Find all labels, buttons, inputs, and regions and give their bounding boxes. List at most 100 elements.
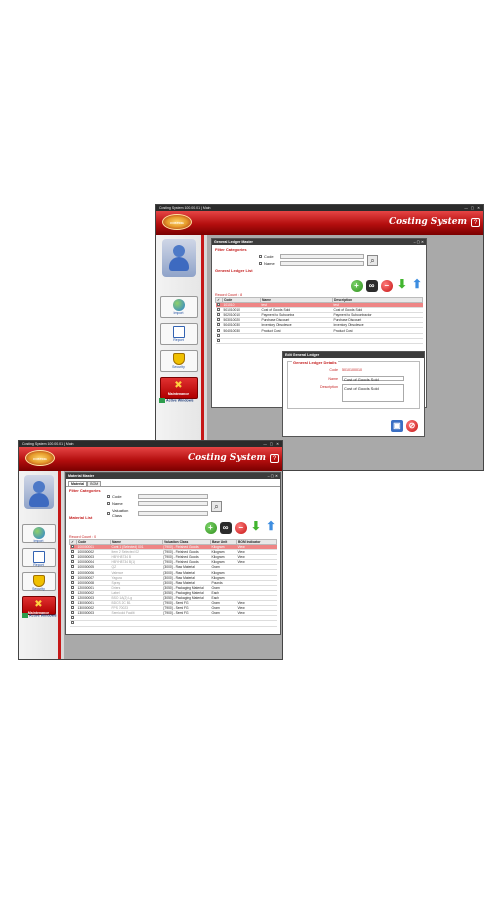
table-row[interactable]: [215, 338, 423, 344]
row-checkbox[interactable]: [215, 322, 223, 329]
arrow-up-icon[interactable]: ⬆: [411, 278, 423, 290]
valuation-filter-input[interactable]: [138, 510, 208, 516]
sidebar-item-report[interactable]: Report: [21, 548, 56, 567]
filter-code-row: Code: [259, 254, 364, 259]
row-checkbox[interactable]: [215, 312, 223, 319]
row-checkbox[interactable]: [69, 620, 77, 627]
row-checkbox[interactable]: [215, 338, 223, 344]
row-checkbox[interactable]: [69, 559, 77, 566]
row-checkbox[interactable]: [215, 317, 223, 324]
filter-valuation-row: Valuation Class: [107, 508, 208, 518]
description-field-label: Description: [320, 385, 338, 389]
binoculars-icon[interactable]: ∞: [365, 280, 378, 292]
add-icon[interactable]: +: [204, 522, 217, 534]
table-cell: [236, 620, 277, 627]
tab-bom[interactable]: BOM: [87, 481, 102, 486]
sidebar-item-report[interactable]: Report: [159, 323, 198, 345]
toolbar: + ∞ − ⬇ ⬆: [215, 278, 423, 292]
table-cell: [162, 620, 211, 627]
cancel-icon[interactable]: ⊘: [406, 420, 418, 432]
arrow-down-icon[interactable]: ⬇: [250, 520, 262, 532]
row-checkbox[interactable]: [69, 585, 77, 591]
row-checkbox[interactable]: [69, 600, 77, 607]
windows-icon: [22, 613, 28, 618]
name-field[interactable]: Cost of Goods Sold: [342, 376, 404, 382]
gl-details-group: General Ledger Details Code 5010100010 N…: [287, 360, 420, 409]
tools-icon: ✖: [34, 599, 43, 610]
code-checkbox[interactable]: [107, 495, 110, 498]
valuation-checkbox[interactable]: [107, 511, 110, 515]
help-icon[interactable]: ?: [471, 218, 480, 227]
user-avatar[interactable]: [161, 239, 196, 277]
globe-icon: [172, 299, 185, 311]
row-checkbox[interactable]: [69, 595, 77, 602]
delete-icon[interactable]: −: [380, 280, 393, 292]
toolbar: + ∞ − ⬇ ⬆: [69, 520, 277, 534]
costing-window-material: Costing System 100.00.01 | Main — ▢ ✕ CO…: [18, 440, 283, 660]
child-window-controls[interactable]: – ▢ ✕: [268, 473, 278, 479]
material-table: ✓ Code Name Valuation Class Base Unit BO…: [69, 539, 277, 627]
table-cell: [76, 620, 111, 627]
delete-icon[interactable]: −: [234, 522, 247, 534]
description-field[interactable]: Cost of Goods Sold: [342, 384, 404, 402]
app-title: Costing System: [389, 217, 467, 227]
gl-table: ✓ Code Name Description 101010 test test 50…: [215, 297, 423, 344]
row-checkbox[interactable]: [69, 590, 77, 596]
row-checkbox[interactable]: [69, 615, 77, 622]
row-checkbox[interactable]: [69, 575, 77, 581]
arrow-down-icon[interactable]: ⬇: [396, 278, 408, 290]
name-filter-input[interactable]: [280, 261, 364, 266]
row-checkbox[interactable]: [215, 333, 223, 339]
table-cell: [3050] - Packaging Material: [162, 585, 211, 591]
name-checkbox[interactable]: [107, 502, 110, 505]
child-window-controls[interactable]: – ▢ ✕: [414, 239, 424, 245]
sidebar-item-security[interactable]: Security: [159, 350, 198, 372]
name-checkbox[interactable]: [259, 262, 262, 265]
user-avatar[interactable]: [23, 475, 54, 509]
search-icon[interactable]: ⌕: [367, 255, 378, 266]
row-checkbox[interactable]: [69, 549, 77, 556]
app-banner: COSTING Costing System ?: [19, 447, 282, 471]
row-checkbox[interactable]: [215, 302, 223, 309]
material-master-window: Material Master – ▢ ✕ Material BOM Filter…: [65, 472, 281, 635]
sidebar-item-maintenance[interactable]: ✖ Maintenance: [159, 377, 198, 399]
mdi-workspace: Material Master – ▢ ✕ Material BOM Filter…: [64, 471, 282, 659]
row-checkbox[interactable]: [69, 544, 77, 551]
save-icon[interactable]: ▣: [390, 420, 403, 432]
row-checkbox[interactable]: [69, 580, 77, 586]
code-checkbox[interactable]: [259, 255, 262, 258]
code-filter-input[interactable]: [280, 254, 364, 259]
app-banner: COSTING Costing System ?: [156, 211, 483, 235]
active-windows-link[interactable]: Active Windows: [159, 398, 194, 403]
row-checkbox[interactable]: [69, 564, 77, 571]
row-checkbox[interactable]: [69, 605, 77, 612]
gl-details-title: General Ledger Details: [292, 360, 338, 365]
window-title: Costing System 100.00.01 | Main: [22, 442, 74, 446]
search-icon[interactable]: ⌕: [211, 501, 222, 512]
sidebar-item-import[interactable]: Import: [159, 296, 198, 318]
name-filter-input[interactable]: [138, 501, 208, 506]
row-checkbox[interactable]: [69, 554, 77, 561]
row-checkbox[interactable]: [69, 610, 77, 617]
row-checkbox[interactable]: [215, 327, 223, 334]
binoculars-icon[interactable]: ∞: [219, 522, 232, 534]
help-icon[interactable]: ?: [270, 454, 279, 463]
table-row[interactable]: [69, 620, 277, 627]
table-cell: [332, 338, 423, 344]
tab-material[interactable]: Material: [68, 481, 88, 486]
filter-name-row: Name: [107, 501, 208, 506]
active-windows-link[interactable]: Active Windows: [22, 613, 57, 618]
gl-master-title: General Ledger Master – ▢ ✕: [212, 239, 426, 245]
valuation-label: Valuation Class: [112, 508, 129, 518]
mdi-workspace: General Ledger Master – ▢ ✕ Filter Catego…: [207, 235, 483, 470]
sidebar-item-security[interactable]: Security: [21, 572, 56, 591]
row-checkbox[interactable]: [69, 569, 77, 576]
row-checkbox[interactable]: [215, 307, 223, 314]
sidebar-item-import[interactable]: Import: [21, 524, 56, 543]
report-icon: [172, 326, 185, 338]
code-filter-input[interactable]: [138, 494, 208, 499]
tools-icon: ✖: [174, 380, 183, 391]
report-icon: [32, 551, 45, 563]
add-icon[interactable]: +: [350, 280, 363, 292]
arrow-up-icon[interactable]: ⬆: [265, 520, 277, 532]
